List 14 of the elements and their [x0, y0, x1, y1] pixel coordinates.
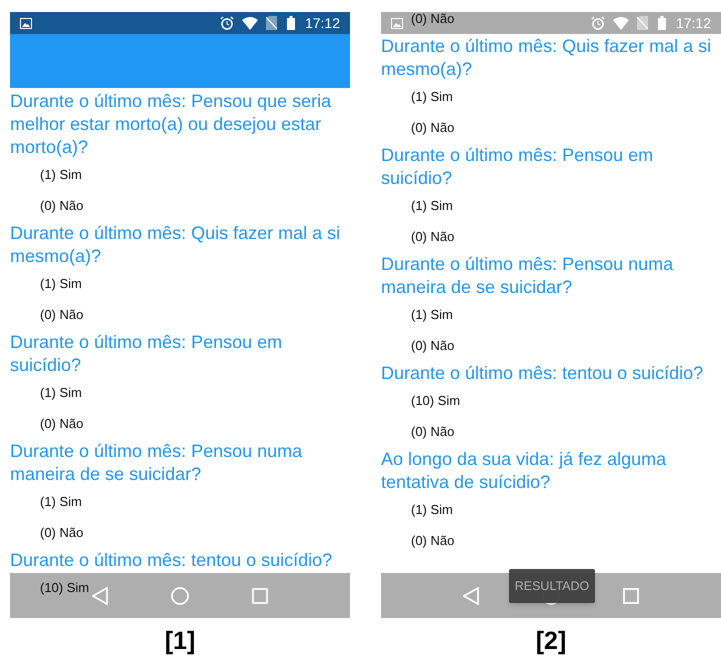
question-text: Durante o último mês: Quis fazer mal a si mesmo(a)? [10, 222, 342, 268]
question-text: Durante o último mês: Pensou numa maneira de se suicidar? [10, 440, 304, 486]
question-text: Ao longo da sua vida: já fez alguma tentativa de suícidio? [381, 448, 668, 494]
question-text: Durante o último mês: Quis fazer mal a si mesmo(a)? [381, 35, 712, 81]
clock-time: 17:12 [304, 14, 340, 32]
figure-label: [2] [536, 626, 566, 656]
question-text: Durante o último mês: Pensou que seria melhor estar morto(a) ou desejou estar morto(a)? [10, 90, 332, 159]
question-text: Durante o último mês: Pensou em suicídio? [10, 331, 284, 377]
clock-time: 17:12 [676, 14, 711, 32]
question-text: Durante o último mês: tentou o suicídio? [381, 362, 704, 385]
question-text: Durante o último mês: Pensou em suicídio? [381, 144, 654, 190]
question-text: Durante o último mês: Pensou numa maneira de se suicidar? [381, 253, 674, 299]
figure-label: [1] [164, 626, 196, 656]
question-text: Durante o último mês: tentou o suicídio? [10, 549, 334, 572]
